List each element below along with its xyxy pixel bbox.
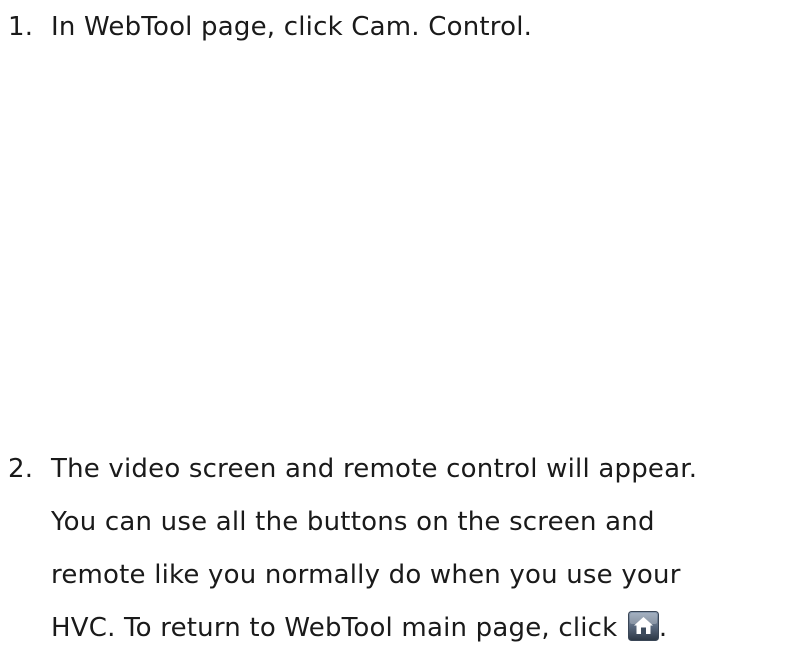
step-2-line-3: remote like you normally do when you use… [0, 549, 807, 602]
step-2-line-4: HVC. To return to WebTool main page, cli… [0, 602, 807, 655]
step-1-text: In WebTool page, click Cam. Control. [51, 12, 533, 42]
step-2-text-line-3: remote like you normally do when you use… [51, 560, 681, 590]
manual-page: 1. In WebTool page, click Cam. Control. 2… [0, 0, 807, 659]
step-2: 2. The video screen and remote control wi… [0, 443, 807, 655]
step-2-line-1: 2. The video screen and remote control wi… [0, 443, 807, 496]
step-1: 1. In WebTool page, click Cam. Control. [0, 4, 807, 50]
step-2-text-line-4: HVC. To return to WebTool main page, cli… [51, 613, 618, 643]
step-2-trailing-period: . [658, 613, 668, 643]
home-icon [627, 611, 659, 641]
step-1-number: 1. [8, 12, 34, 42]
step-2-line-2: You can use all the buttons on the scree… [0, 496, 807, 549]
step-2-text-line-2: You can use all the buttons on the scree… [51, 507, 655, 537]
step-2-number: 2. [8, 454, 34, 484]
step-2-text-line-1: The video screen and remote control will… [51, 454, 698, 484]
step-1-line-1: 1. In WebTool page, click Cam. Control. [0, 4, 807, 50]
